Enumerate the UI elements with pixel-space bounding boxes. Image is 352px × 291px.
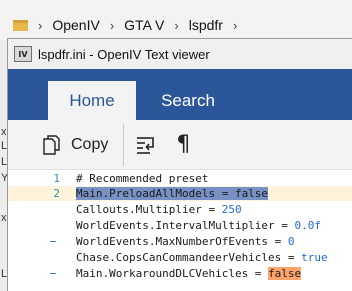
selected-text[interactable]: Main.PreloadAllModels = false [76,187,269,200]
tab-home[interactable]: Home [48,81,136,120]
line-value: 250 [221,203,242,216]
address-bar[interactable]: › OpenIV › GTA V › lspdfr › [0,10,352,40]
line-value: 0 [287,235,295,248]
toolbar-divider [123,123,125,166]
ribbon-tab-bar: Home Search [8,69,352,120]
line-key: Main.WorkaroundDLCVehicles = [76,267,269,280]
line-text: WorldEvents.MaxNumberOfEvents = 0 [76,235,295,248]
line-text: Main.WorkaroundDLCVehicles = false [76,267,302,280]
line-number: 2 [53,187,60,200]
fold-marker [50,273,56,274]
code-line: Callouts.Multiplier = 250 [8,202,352,217]
code-line: Chase.CopsCanCommandeerVehicles = true [8,250,352,265]
folder-icon [13,19,28,31]
window-title: lspdfr.ini - OpenIV Text viewer [38,46,210,62]
ribbon-toolbar: Copy ¶ [8,120,352,170]
copy-icon [43,134,60,155]
line-text: Callouts.Multiplier = 250 [76,203,242,216]
text-editor[interactable]: 1 # Recommended preset 2 Main.PreloadAll… [8,171,352,291]
chevron-right-icon: › [109,17,115,33]
breadcrumb-openiv[interactable]: OpenIV [52,17,99,33]
text-viewer-window: IV lspdfr.ini - OpenIV Text viewer Home … [7,38,352,291]
breadcrumb-lspdfr[interactable]: lspdfr [189,17,223,33]
chevron-right-icon: › [38,17,43,33]
openiv-app-icon: IV [14,46,32,62]
line-value: 0.0f [294,219,322,232]
strip-text: x [1,212,7,224]
code-line-current: 2 Main.PreloadAllModels = false [8,186,352,201]
search-highlight: false [268,267,302,280]
title-bar[interactable]: IV lspdfr.ini - OpenIV Text viewer [8,39,352,69]
code-line: WorldEvents.IntervalMultiplier = 0.0f [8,218,352,233]
fold-marker [50,241,56,242]
word-wrap-button[interactable] [136,125,156,165]
line-value: true [301,251,328,264]
line-text: Chase.CopsCanCommandeerVehicles = true [76,251,328,264]
code-line: 1 # Recommended preset [8,171,352,186]
line-key: Callouts.Multiplier = [76,203,222,216]
chevron-right-icon: › [174,17,179,33]
copy-button[interactable]: Copy [43,125,108,165]
line-number: 1 [53,172,60,185]
line-text: WorldEvents.IntervalMultiplier = 0.0f [76,219,321,232]
line-key: WorldEvents.MaxNumberOfEvents = [76,235,288,248]
line-key: Chase.CopsCanCommandeerVehicles = [76,251,302,264]
pilcrow-icon[interactable]: ¶ [176,125,190,165]
breadcrumb-gtav[interactable]: GTA V [124,17,164,33]
line-key: WorldEvents.IntervalMultiplier = [76,219,295,232]
tab-search[interactable]: Search [148,81,228,120]
line-text: # Recommended preset [76,172,209,185]
strip-text: x [1,126,7,138]
code-line: Main.WorkaroundDLCVehicles = false [8,266,352,281]
code-line: WorldEvents.MaxNumberOfEvents = 0 [8,234,352,249]
chevron-right-icon: › [232,17,238,33]
copy-label: Copy [71,135,109,153]
word-wrap-icon [137,136,155,154]
